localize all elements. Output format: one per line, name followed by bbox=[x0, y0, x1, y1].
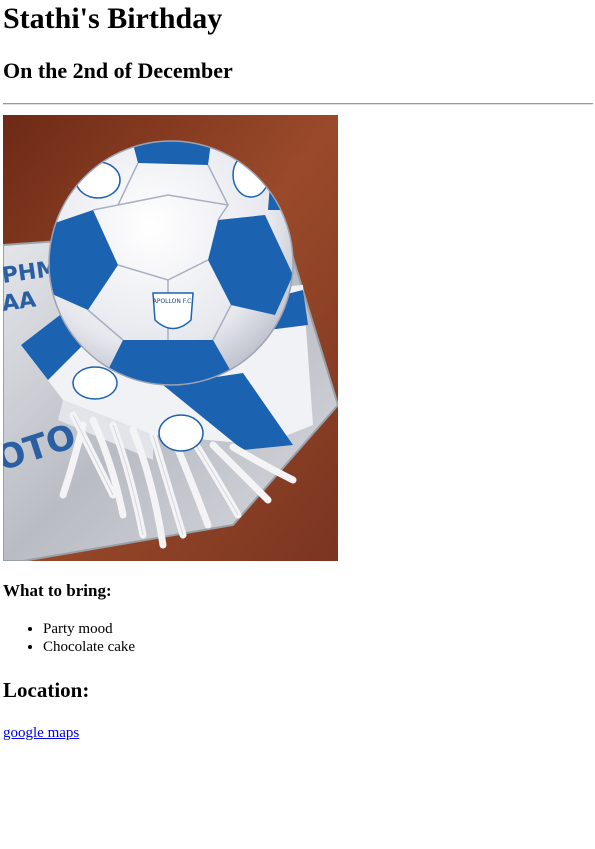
bring-list: Party mood Chocolate cake bbox=[3, 620, 135, 656]
invitation-page: Stathi's Birthday On the 2nd of December bbox=[0, 0, 595, 849]
svg-text:ΑΑ: ΑΑ bbox=[3, 287, 38, 316]
what-to-bring-heading: What to bring: bbox=[3, 581, 112, 600]
soccer-ball-cake-image: ΡΗΜΙΑ ΑΑ ΟΤΟ APOLLON F.C. bbox=[3, 115, 338, 561]
google-maps-link[interactable]: google maps bbox=[3, 723, 79, 743]
page-title: Stathi's Birthday bbox=[3, 2, 223, 35]
svg-text:APOLLON F.C.: APOLLON F.C. bbox=[153, 298, 194, 305]
location-heading: Location: bbox=[3, 678, 90, 702]
page-subtitle: On the 2nd of December bbox=[3, 58, 233, 83]
horizontal-divider bbox=[3, 103, 593, 105]
list-item: Chocolate cake bbox=[43, 638, 135, 656]
list-item: Party mood bbox=[43, 620, 135, 638]
